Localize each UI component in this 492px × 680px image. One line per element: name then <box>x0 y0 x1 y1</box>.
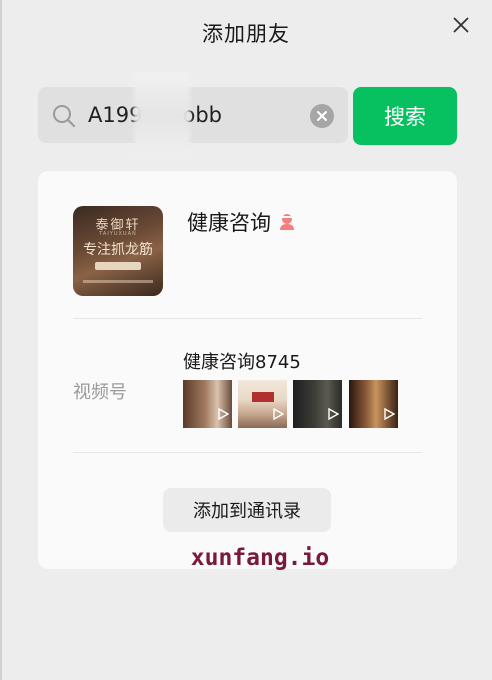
redaction-blur <box>134 73 190 157</box>
channel-name[interactable]: 健康咨询8745 <box>183 348 301 374</box>
avatar-tag <box>95 262 141 270</box>
thumbnail-sign <box>252 392 274 402</box>
avatar[interactable]: 泰御轩 TAIYUXUAN 专注抓龙筋 <box>73 206 163 296</box>
channel-video-thumbnail[interactable] <box>238 380 287 428</box>
avatar-brand-latin: TAIYUXUAN <box>99 231 137 237</box>
divider <box>73 452 422 453</box>
play-icon <box>328 408 339 420</box>
search-input[interactable]: A199 obb <box>38 73 348 157</box>
close-icon <box>453 17 469 33</box>
window-edge <box>0 0 2 680</box>
play-icon <box>273 408 284 420</box>
add-to-contacts-button[interactable]: 添加到通讯录 <box>163 488 331 532</box>
dialog-title: 添加朋友 <box>202 22 290 46</box>
contact-name-row: 健康咨询 <box>187 207 295 237</box>
search-icon <box>53 105 76 128</box>
channel-video-thumbnail[interactable] <box>293 380 342 428</box>
play-icon <box>384 408 395 420</box>
avatar-slogan: 专注抓龙筋 <box>83 242 153 258</box>
watermark: xunfang.io <box>190 545 330 571</box>
clear-search-button[interactable] <box>310 104 334 128</box>
divider <box>73 318 422 319</box>
channel-video-thumbnail[interactable] <box>349 380 398 428</box>
play-icon <box>218 408 229 420</box>
channels-label: 视频号 <box>73 382 127 403</box>
channel-video-thumbnail[interactable] <box>183 380 232 428</box>
clear-icon <box>317 111 327 121</box>
close-button[interactable] <box>450 14 472 36</box>
search-button[interactable]: 搜索 <box>353 87 457 145</box>
contact-name: 健康咨询 <box>187 211 271 235</box>
female-user-icon <box>280 214 294 230</box>
avatar-footer-line <box>83 280 153 283</box>
